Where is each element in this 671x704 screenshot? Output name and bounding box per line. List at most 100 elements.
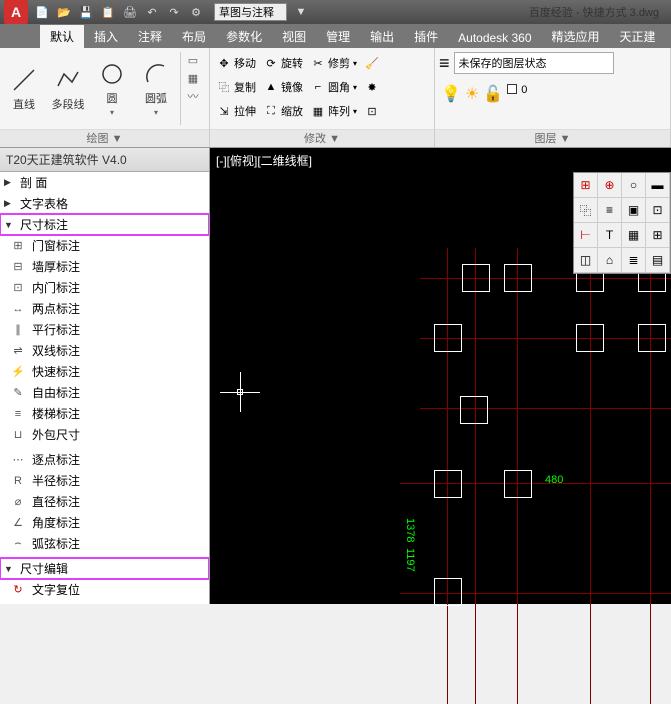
print-icon[interactable]: 🖨 [122,4,138,20]
tree-item-diameter-dim[interactable]: ⌀直径标注 [6,491,209,512]
tree-item-double-dim[interactable]: ⇌双线标注 [6,340,209,361]
circle-button[interactable]: 圆▾ [92,52,132,125]
tree-item-wall-dim[interactable]: ⊟墙厚标注 [6,256,209,277]
tree-item-parallel-dim[interactable]: ∥平行标注 [6,319,209,340]
tab-plugins[interactable]: 插件 [404,25,448,48]
tab-tianzheng[interactable]: 天正建 [610,25,666,48]
palette-dim-icon[interactable]: ⊢ [574,223,598,247]
layer-color-swatch[interactable] [507,84,517,94]
palette-node-icon[interactable]: ○ [622,173,646,197]
palette-more1-icon[interactable]: ⊡ [646,198,670,222]
arc-button[interactable]: 圆弧▾ [136,52,176,125]
fillet-button[interactable]: ⌐圆角 ▾ [308,76,360,98]
tree-section-section[interactable]: ▶ 剖 面 [0,172,209,193]
workspace-selector[interactable]: 草图与注释 [214,3,287,21]
drawing-canvas[interactable]: [-][俯视][二维线框] 480 1378 1197 [210,148,671,604]
new-icon[interactable]: 📄 [34,4,50,20]
line-button[interactable]: 直线 [4,52,44,125]
palette-stair-icon[interactable]: ≣ [622,248,646,272]
trim-button[interactable]: ✂修剪 ▾ [308,52,360,74]
app-logo[interactable]: A [4,0,28,24]
ribbon-tabs: 默认 插入 注释 布局 参数化 视图 管理 输出 插件 Autodesk 360… [0,24,671,48]
tab-annotate[interactable]: 注释 [128,25,172,48]
palette-wall-icon[interactable]: ▬ [646,173,670,197]
tree-item-point-dim[interactable]: ⋯逐点标注 [6,449,209,470]
sidebar-panel: T20天正建筑软件 V4.0 ▶ 剖 面 ▶ 文字表格 ▼ 尺寸标注 ⊞门窗标注… [0,148,210,604]
palette-table-icon[interactable]: ▦ [622,223,646,247]
group-label-layer[interactable]: 图层 ▼ [435,129,670,147]
tree-item-arc-dim[interactable]: ⌢弧弦标注 [6,533,209,554]
stretch-button[interactable]: ⇲拉伸 [214,100,259,122]
tree-item-door-dim[interactable]: ⊞门窗标注 [6,235,209,256]
tab-insert[interactable]: 插入 [84,25,128,48]
sun-icon[interactable]: ☀ [465,84,479,104]
ribbon-panel: 直线 多段线 圆▾ 圆弧▾ ▭ ▦ 〰 绘图 ▼ [0,48,671,148]
move-button[interactable]: ✥移动 [214,52,259,74]
gear-icon[interactable]: ⚙ [188,4,204,20]
erase-button[interactable]: 🧹 [362,52,382,74]
tree-item-stair-dim[interactable]: ≡楼梯标注 [6,403,209,424]
array-button[interactable]: ▦阵列 ▾ [308,100,360,122]
erase-icon: 🧹 [365,56,379,70]
group-label-draw[interactable]: 绘图 ▼ [0,129,209,147]
tab-autodesk360[interactable]: Autodesk 360 [448,28,541,48]
tree-section-dim-edit[interactable]: ▼ 尺寸编辑 [0,558,209,579]
fillet-icon: ⌐ [311,80,325,94]
offset-button[interactable]: ⊡ [362,100,382,122]
tree-item-text-reval[interactable]: ↺文字复值 [6,600,209,604]
scale-button[interactable]: ⛶缩放 [261,100,306,122]
save-icon[interactable]: 💾 [78,4,94,20]
bulb-icon[interactable]: 💡 [441,84,461,104]
tree-section-text[interactable]: ▶ 文字表格 [0,193,209,214]
palette-roof-icon[interactable]: ⌂ [598,248,622,272]
tab-manage[interactable]: 管理 [316,25,360,48]
palette-grid-icon[interactable]: ⊞ [574,173,598,197]
tab-default[interactable]: 默认 [40,25,84,48]
saveas-icon[interactable]: 📋 [100,4,116,20]
tree-item-outer-dim[interactable]: ⊔外包尺寸 [6,424,209,445]
polyline-button[interactable]: 多段线 [48,52,88,125]
tree-item-quick-dim[interactable]: ⚡快速标注 [6,361,209,382]
explode-button[interactable]: ✸ [362,76,382,98]
palette-more2-icon[interactable]: ⊞ [646,223,670,247]
group-label-modify[interactable]: 修改 ▼ [210,129,434,147]
palette-block-icon[interactable]: ▣ [622,198,646,222]
tree-dim-group2: ⋯逐点标注 R半径标注 ⌀直径标注 ∠角度标注 ⌢弧弦标注 [0,449,209,554]
palette-3d-icon[interactable]: ◫ [574,248,598,272]
tree-section-dimension[interactable]: ▼ 尺寸标注 [0,214,209,235]
tree-item-angle-dim[interactable]: ∠角度标注 [6,512,209,533]
palette-text-icon[interactable]: T [598,223,622,247]
palette-layer-icon[interactable]: ≡ [598,198,622,222]
mirror-button[interactable]: ▲镜像 [261,76,306,98]
palette-copy-icon[interactable]: ⿻ [574,198,598,222]
copy-button[interactable]: ⿻复制 [214,76,259,98]
tab-parametric[interactable]: 参数化 [216,25,272,48]
palette-more3-icon[interactable]: ▤ [646,248,670,272]
lock-icon[interactable]: 🔓 [483,84,503,104]
undo-icon[interactable]: ↶ [144,4,160,20]
open-icon[interactable]: 📂 [56,4,72,20]
hatch-icon[interactable]: ▦ [185,70,201,86]
palette-axis-icon[interactable]: ⊕ [598,173,622,197]
dropdown-caret-icon[interactable]: ▼ [293,4,309,20]
spline-icon[interactable]: 〰 [185,88,201,104]
explode-icon: ✸ [365,80,379,94]
tab-view[interactable]: 视图 [272,25,316,48]
rotate-button[interactable]: ⟳旋转 [261,52,306,74]
layer-state-combo[interactable]: 未保存的图层状态 [454,52,614,74]
tree-item-inner-dim[interactable]: ⊡内门标注 [6,277,209,298]
tab-layout[interactable]: 布局 [172,25,216,48]
rect-icon[interactable]: ▭ [185,52,201,68]
layer-props-icon[interactable]: ≡ [439,53,450,74]
tree-item-two-point-dim[interactable]: ↔两点标注 [6,298,209,319]
tree-item-text-reset[interactable]: ↻文字复位 [6,579,209,600]
tab-featured[interactable]: 精选应用 [542,25,610,48]
sidebar-title: T20天正建筑软件 V4.0 [0,148,209,172]
tree-item-free-dim[interactable]: ✎自由标注 [6,382,209,403]
dim-label-1378: 1378 [404,518,416,542]
redo-icon[interactable]: ↷ [166,4,182,20]
rotate-icon: ⟳ [264,56,278,70]
tab-output[interactable]: 输出 [360,25,404,48]
viewport-label[interactable]: [-][俯视][二维线框] [216,152,312,169]
tree-item-radius-dim[interactable]: R半径标注 [6,470,209,491]
